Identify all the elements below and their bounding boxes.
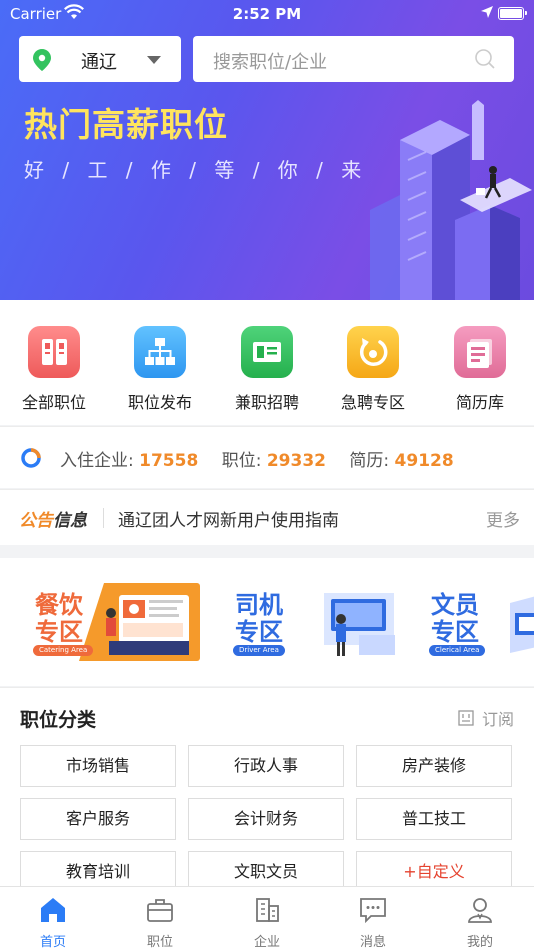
quick-link-label: 简历库	[455, 393, 504, 412]
tab-label: 首页	[39, 935, 66, 950]
quick-link-post-job[interactable]: 职位发布	[110, 326, 210, 413]
quick-links: 全部职位 职位发布 兼职招聘 急聘专区 简历库	[0, 300, 534, 425]
quick-link-all-jobs[interactable]: 全部职位	[4, 326, 104, 413]
category-item[interactable]: 房产装修	[356, 745, 512, 787]
banner-title: 文员 专区	[431, 591, 479, 646]
category-item[interactable]: 行政人事	[188, 745, 344, 787]
search-input[interactable]: 搜索职位/企业	[193, 36, 514, 82]
tab-companies[interactable]: 企业	[237, 895, 297, 950]
category-item[interactable]: 客户服务	[20, 798, 176, 840]
home-icon	[23, 895, 83, 925]
tab-label: 我的	[466, 935, 493, 950]
city-name: 通辽	[81, 52, 117, 73]
banner-tag: Driver Area	[233, 645, 285, 656]
banner-driver[interactable]: 司机 专区 Driver Area	[219, 583, 400, 661]
custom-category-button[interactable]: +自定义	[356, 851, 512, 887]
battery-icon	[498, 7, 527, 20]
stats-line: 入住企业: 17558 职位: 29332 简历: 49128	[60, 446, 454, 471]
location-arrow-icon	[480, 5, 494, 23]
resumes-label: 简历:	[349, 451, 390, 471]
banner-title: 餐饮 专区	[35, 591, 83, 646]
quick-link-urgent[interactable]: 急聘专区	[323, 326, 423, 413]
jobs-count: 29332	[266, 451, 326, 471]
divider	[103, 508, 104, 528]
site-stats: 入住企业: 17558 职位: 29332 简历: 49128	[0, 426, 534, 488]
subscribe-label: 订阅	[481, 710, 514, 729]
search-placeholder: 搜索职位/企业	[213, 52, 328, 73]
part-time-icon	[241, 326, 293, 378]
org-chart-icon	[134, 326, 186, 378]
banner-catering[interactable]: 餐饮 专区 Catering Area	[19, 583, 200, 661]
job-categories: 职位分类 订阅 市场销售 行政人事 房产装修 客户服务 会计财务 普工技工 教育…	[0, 687, 534, 887]
tab-label: 职位	[146, 935, 173, 950]
quick-link-label: 职位发布	[127, 393, 192, 412]
subscribe-button[interactable]: 订阅	[458, 706, 514, 730]
section-title: 职位分类	[20, 709, 97, 731]
companies-count: 17558	[139, 451, 199, 471]
status-time: 2:52 PM	[232, 5, 302, 23]
subscribe-icon	[458, 710, 474, 726]
building-icon	[237, 895, 297, 925]
tab-jobs[interactable]: 职位	[130, 895, 190, 950]
tab-label: 消息	[359, 935, 386, 950]
chevron-down-icon	[147, 56, 161, 64]
notice-text[interactable]: 通辽团人才网新用户使用指南	[118, 506, 339, 531]
hero-subtitle: 好 / 工 / 作 / 等 / 你 / 来	[24, 158, 368, 182]
companies-label: 入住企业:	[60, 451, 134, 471]
quick-link-label: 兼职招聘	[234, 393, 299, 412]
notice-tag: 公告信息	[19, 511, 87, 531]
category-item[interactable]: 文职文员	[188, 851, 344, 887]
city-illustration-icon	[360, 100, 534, 300]
tab-home[interactable]: 首页	[23, 895, 83, 950]
jobs-label: 职位:	[221, 451, 262, 471]
category-item[interactable]: 教育培训	[20, 851, 176, 887]
profile-icon	[450, 895, 510, 925]
location-pin-icon	[33, 49, 51, 75]
search-icon[interactable]	[474, 48, 496, 74]
quick-link-label: 急聘专区	[340, 393, 405, 412]
urgent-icon	[347, 326, 399, 378]
zone-banners: 餐饮 专区 Catering Area 司机 专区 Driver Area 文员 专区	[0, 558, 534, 686]
job-list-icon	[28, 326, 80, 378]
stats-ring-icon	[20, 447, 42, 473]
banner-clerical[interactable]: 文员 专区 Clerical Area	[415, 583, 534, 661]
message-icon	[343, 895, 403, 925]
banner-tag: Catering Area	[33, 645, 94, 656]
banner-tag: Clerical Area	[429, 645, 486, 656]
banner-title: 司机 专区	[235, 591, 283, 646]
quick-link-resume[interactable]: 简历库	[430, 326, 530, 413]
quick-link-label: 全部职位	[21, 393, 86, 412]
tab-bar: 首页 职位 企业 消息 我的	[0, 886, 534, 950]
category-item[interactable]: 普工技工	[356, 798, 512, 840]
city-selector[interactable]: 通辽	[19, 36, 181, 82]
category-item[interactable]: 市场销售	[20, 745, 176, 787]
notice-more-link[interactable]: 更多	[486, 506, 520, 531]
notice-bar[interactable]: 公告信息 通辽团人才网新用户使用指南 更多	[0, 489, 534, 545]
hero-banner: Carrier 2:52 PM 通辽 搜索职位/企业 热门高薪职位 好 / 工 …	[0, 0, 534, 300]
tab-messages[interactable]: 消息	[343, 895, 403, 950]
resume-icon	[454, 326, 506, 378]
hero-title: 热门高薪职位	[24, 105, 228, 144]
resumes-count: 49128	[394, 451, 454, 471]
tab-label: 企业	[253, 935, 280, 950]
status-bar: Carrier 2:52 PM	[0, 0, 534, 28]
quick-link-part-time[interactable]: 兼职招聘	[217, 326, 317, 413]
briefcase-icon	[130, 895, 190, 925]
tab-profile[interactable]: 我的	[450, 895, 510, 950]
category-item[interactable]: 会计财务	[188, 798, 344, 840]
